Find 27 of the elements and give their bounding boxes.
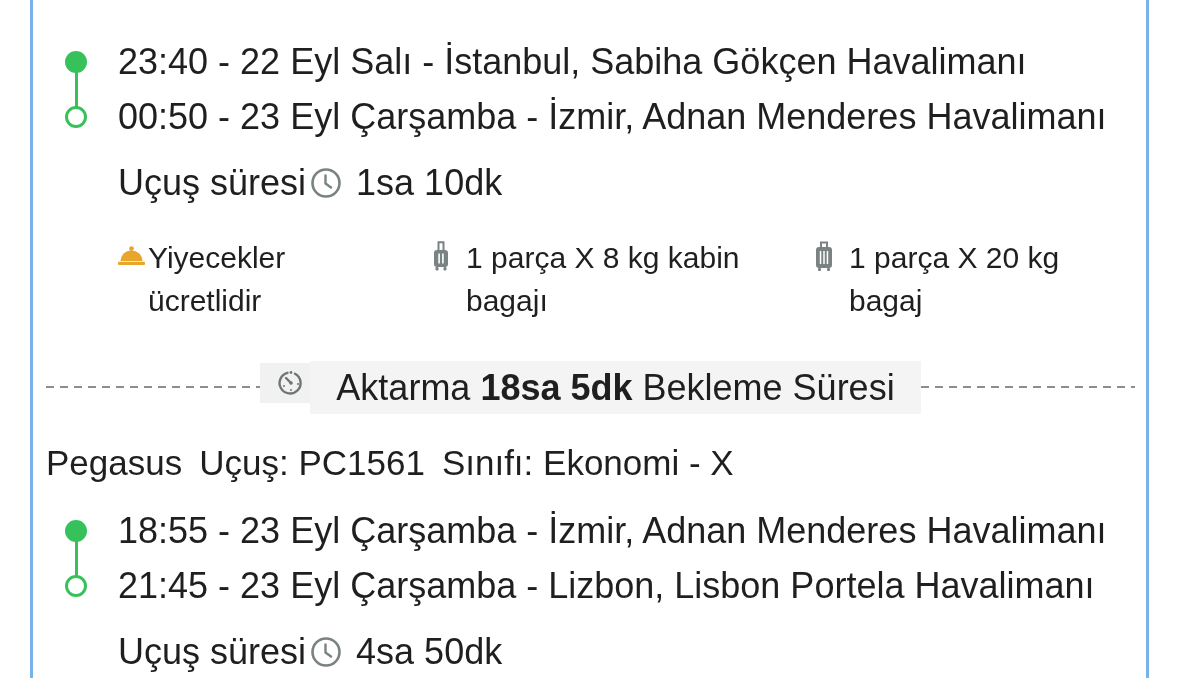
meal-info: Yiyecekler ücretlidir bbox=[148, 240, 287, 319]
flight-duration-label: Uçuş süresi bbox=[118, 161, 307, 205]
timeline-ring-icon bbox=[65, 574, 87, 597]
flight-duration-value: 4sa 50dk bbox=[356, 630, 503, 674]
checked-baggage-info: 1 parça X 20 kg bagaj bbox=[849, 240, 1061, 319]
layover-text: Aktarma 18sa 5dk Bekleme Süresi bbox=[310, 361, 921, 414]
arrival-info: 00:50 - 23 Eyl Çarşamba - İzmir, Adnan Menderes Havalimanı bbox=[118, 95, 1107, 139]
timeline-connector bbox=[74, 72, 78, 107]
airline-name: Pegasus bbox=[46, 442, 183, 484]
flight-number: Uçuş: PC1561 bbox=[199, 442, 425, 484]
timeline-dot-icon bbox=[65, 50, 87, 73]
stopwatch-icon bbox=[260, 363, 311, 403]
suitcase-icon bbox=[815, 241, 833, 271]
departure-info: 18:55 - 23 Eyl Çarşamba - İzmir, Adnan Menderes Havalimanı bbox=[118, 509, 1107, 553]
fare-class: Sınıfı: Ekonomi - X bbox=[441, 442, 734, 484]
clock-icon bbox=[311, 168, 342, 198]
departure-info: 23:40 - 22 Eyl Salı - İstanbul, Sabiha Gökçen Havalimanı bbox=[118, 40, 1027, 84]
suitcase-icon bbox=[432, 241, 450, 271]
cloche-icon bbox=[118, 246, 145, 265]
flight-duration-value: 1sa 10dk bbox=[356, 161, 503, 205]
clock-icon bbox=[311, 637, 342, 667]
timeline-ring-icon bbox=[65, 105, 87, 128]
cabin-baggage-info: 1 parça X 8 kg kabin bagajı bbox=[466, 240, 741, 319]
arrival-info: 21:45 - 23 Eyl Çarşamba - Lizbon, Lisbon Portela Havalimanı bbox=[118, 564, 1095, 608]
flight-duration-label: Uçuş süresi bbox=[118, 630, 307, 674]
timeline-connector bbox=[74, 541, 78, 576]
timeline-dot-icon bbox=[65, 519, 87, 542]
